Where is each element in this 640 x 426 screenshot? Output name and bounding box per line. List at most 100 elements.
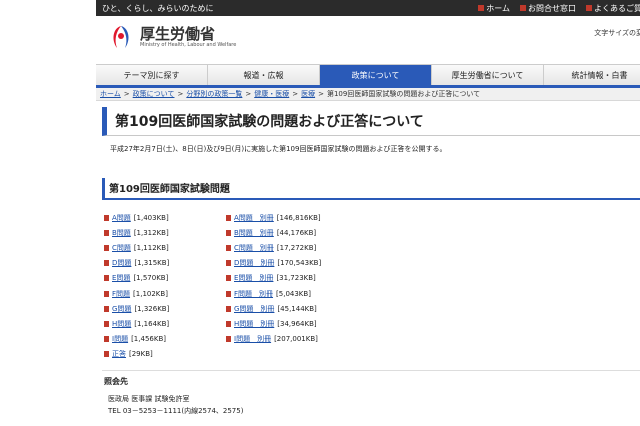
file-size: [5,043KB] <box>276 289 311 298</box>
file-link[interactable]: D問題 別冊 <box>234 258 274 268</box>
file-size: [1,315KB] <box>134 259 170 268</box>
breadcrumb-health[interactable]: 健康・医療 <box>254 89 289 99</box>
file-link[interactable]: E問題 <box>112 273 130 283</box>
file-list: A問題 [1,403KB] B問題 [1,312KB] C問題 [1,112KB] D… <box>96 210 640 368</box>
section-heading: 第109回医師国家試験問題 <box>102 178 640 200</box>
list-item: D問題 別冊 [170,543KB] <box>226 256 321 271</box>
file-link[interactable]: E問題 別冊 <box>234 273 273 283</box>
home-link[interactable]: ホーム <box>478 3 510 14</box>
contact-phone: TEL 03－5253－1111(内線2574、2575) <box>108 407 244 415</box>
file-size: [146,816KB] <box>276 213 321 222</box>
list-item: G問題 別冊 [45,144KB] <box>226 301 321 316</box>
main-nav: テーマ別に探す 報道・広報 政策について 厚生労働省について 統計情報・白書 <box>96 64 640 88</box>
mail-icon <box>520 5 526 11</box>
divider <box>102 370 640 371</box>
answers-link[interactable]: 正答 <box>112 349 126 359</box>
file-size: [17,272KB] <box>276 243 317 252</box>
file-size: [1,312KB] <box>133 228 169 237</box>
breadcrumb-home[interactable]: ホーム <box>100 89 121 99</box>
list-item: I問題 [1,456KB] <box>104 332 169 347</box>
page-title: 第109回医師国家試験の問題および正答について <box>102 107 640 136</box>
file-link[interactable]: H問題 別冊 <box>234 319 274 329</box>
pdf-icon <box>104 229 109 236</box>
file-link[interactable]: G問題 <box>112 304 131 314</box>
file-size: [29KB] <box>129 350 153 359</box>
list-item: I問題 別冊 [207,001KB] <box>226 332 321 347</box>
breadcrumb-policy-list[interactable]: 分野別の政策一覧 <box>186 89 242 99</box>
site-header: 厚生労働省 Ministry of Health, Labour and Wel… <box>96 16 640 64</box>
contact-heading: 照会先 <box>104 377 128 386</box>
list-item: C問題 別冊 [17,272KB] <box>226 240 321 255</box>
tab-press[interactable]: 報道・広報 <box>208 65 320 85</box>
tab-about[interactable]: 厚生労働省について <box>432 65 544 85</box>
list-item: A問題 [1,403KB] <box>104 210 169 225</box>
file-link[interactable]: A問題 別冊 <box>234 213 274 223</box>
list-item: H問題 [1,164KB] <box>104 316 169 331</box>
tab-policy[interactable]: 政策について <box>320 65 432 85</box>
tab-statistics[interactable]: 統計情報・白書 <box>544 65 640 85</box>
pdf-icon <box>104 305 109 312</box>
pdf-icon <box>226 275 231 282</box>
file-size: [1,164KB] <box>134 319 170 328</box>
contact-link[interactable]: お問合せ窓口 <box>520 3 576 14</box>
font-size-control[interactable]: 文字サイズの変更 <box>594 28 640 38</box>
tab-themes[interactable]: テーマ別に探す <box>96 65 208 85</box>
list-item: 正答 [29KB] <box>104 347 169 362</box>
file-size: [45,144KB] <box>277 304 317 313</box>
file-link[interactable]: B問題 別冊 <box>234 228 274 238</box>
file-link[interactable]: C問題 別冊 <box>234 243 274 253</box>
list-item: E問題 [1,570KB] <box>104 271 169 286</box>
home-icon <box>478 5 485 11</box>
file-link[interactable]: D問題 <box>112 258 131 268</box>
ministry-logo-icon <box>113 26 129 48</box>
pdf-icon <box>226 260 231 267</box>
list-item: B問題 [1,312KB] <box>104 225 169 240</box>
file-link[interactable]: B問題 <box>112 228 131 238</box>
list-item: F問題 別冊 [5,043KB] <box>226 286 321 301</box>
file-column-supplement: A問題 別冊 [146,816KB] B問題 別冊 [44,176KB] C問題 別… <box>226 210 321 347</box>
file-size: [1,102KB] <box>133 289 168 298</box>
list-item: A問題 別冊 [146,816KB] <box>226 210 321 225</box>
tagline: ひと、くらし、みらいのために <box>102 3 214 13</box>
breadcrumb-medical[interactable]: 医療 <box>301 89 315 99</box>
pdf-icon <box>104 336 109 343</box>
list-item: B問題 別冊 [44,176KB] <box>226 225 321 240</box>
file-link[interactable]: G問題 別冊 <box>234 304 274 314</box>
file-link[interactable]: F問題 <box>112 289 130 299</box>
file-size: [1,570KB] <box>133 274 169 283</box>
file-link[interactable]: F問題 別冊 <box>234 289 273 299</box>
file-link[interactable]: A問題 <box>112 213 131 223</box>
utility-links: ホーム お問合せ窓口 よくあるご質問 <box>478 3 640 14</box>
question-icon <box>586 5 592 11</box>
file-size: [170,543KB] <box>277 259 322 268</box>
file-link[interactable]: I問題 別冊 <box>234 334 271 344</box>
list-item: E問題 別冊 [31,723KB] <box>226 271 321 286</box>
faq-link[interactable]: よくあるご質問 <box>586 3 640 14</box>
breadcrumb: ホーム > 政策について > 分野別の政策一覧 > 健康・医療 > 医療 > 第109回医… <box>96 88 640 101</box>
file-link[interactable]: C問題 <box>112 243 131 253</box>
list-item: H問題 別冊 [34,964KB] <box>226 316 321 331</box>
list-item: G問題 [1,326KB] <box>104 301 169 316</box>
file-link[interactable]: H問題 <box>112 319 131 329</box>
pdf-icon <box>226 214 231 221</box>
site-logo[interactable]: 厚生労働省 Ministry of Health, Labour and Wel… <box>108 22 236 52</box>
file-size: [31,723KB] <box>276 274 316 283</box>
pdf-icon <box>226 320 231 327</box>
breadcrumb-policy[interactable]: 政策について <box>133 89 175 99</box>
file-size: [207,001KB] <box>274 335 318 344</box>
file-column-main: A問題 [1,403KB] B問題 [1,312KB] C問題 [1,112KB] D… <box>104 210 169 362</box>
pdf-icon <box>104 351 109 358</box>
file-size: [1,112KB] <box>133 243 169 252</box>
pdf-icon <box>104 275 109 282</box>
intro-text: 平成27年2月7日(土)、8日(日)及び9日(月)に実施した第109回医師国家試… <box>110 145 447 153</box>
pdf-icon <box>226 336 231 343</box>
pdf-icon <box>226 290 231 297</box>
top-bar: ひと、くらし、みらいのために ホーム お問合せ窓口 よくあるご質問 <box>96 0 640 16</box>
pdf-icon <box>104 260 109 267</box>
logo-subtitle: Ministry of Health, Labour and Welfare <box>140 41 237 48</box>
pdf-icon <box>104 290 109 297</box>
file-size: [1,456KB] <box>131 335 166 344</box>
pdf-icon <box>226 229 231 236</box>
file-size: [1,326KB] <box>134 304 170 313</box>
file-link[interactable]: I問題 <box>112 334 128 344</box>
